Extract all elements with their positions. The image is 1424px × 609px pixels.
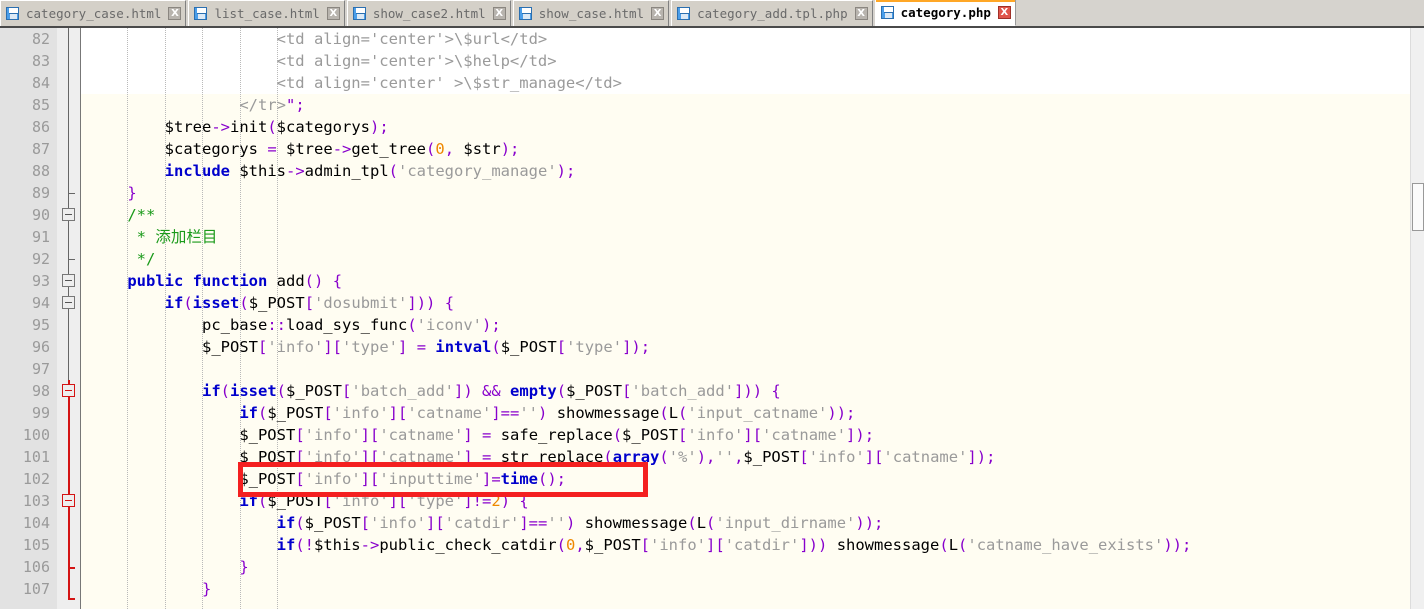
code-line[interactable]: if(!$this->public_check_catdir(0,$_POST[… xyxy=(81,534,1424,556)
tab-list-case-html[interactable]: list_case.html X xyxy=(188,0,345,26)
code-line[interactable] xyxy=(81,358,1424,380)
fold-collapse-icon[interactable] xyxy=(62,208,75,221)
fold-end-marker xyxy=(68,598,75,600)
vertical-scrollbar[interactable] xyxy=(1410,28,1424,609)
tab-label: list_case.html xyxy=(214,6,320,21)
code-line[interactable]: if($_POST['info']['catdir']=='') showmes… xyxy=(81,512,1424,534)
line-number: 102 xyxy=(22,470,50,488)
fold-spine xyxy=(68,28,69,380)
code-editor[interactable]: 82 83 84 85 86 87 88 89 90 91 92 93 94 95 96 97 98 99 100 1… xyxy=(0,28,1424,609)
code-lines[interactable]: <td align='center'>\$url</td> <td align=… xyxy=(81,28,1424,600)
tab-show-case2-html[interactable]: show_case2.html X xyxy=(346,0,511,26)
tab-close-icon[interactable]: X xyxy=(854,7,868,20)
code-folding-column[interactable] xyxy=(57,28,81,609)
line-number: 105 xyxy=(22,536,50,554)
line-number: 85 xyxy=(31,96,50,114)
line-number: 91 xyxy=(31,228,50,246)
code-line[interactable]: if(isset($_POST['dosubmit'])) { xyxy=(81,292,1424,314)
code-line[interactable]: } xyxy=(81,578,1424,600)
line-number: 97 xyxy=(31,360,50,378)
tab-close-icon[interactable]: X xyxy=(168,7,182,20)
line-number: 99 xyxy=(31,404,50,422)
tab-category-case-html[interactable]: category_case.html X xyxy=(0,0,187,26)
tab-close-icon[interactable]: X xyxy=(997,6,1011,19)
line-number: 92 xyxy=(31,250,50,268)
line-number: 82 xyxy=(31,30,50,48)
code-text-area[interactable]: <td align='center'>\$url</td> <td align=… xyxy=(81,28,1424,609)
editor-tab-bar[interactable]: category_case.html X list_case.html X sh… xyxy=(0,0,1424,28)
code-line[interactable]: if($_POST['info']['type']!=2) { xyxy=(81,490,1424,512)
save-floppy-icon xyxy=(194,7,208,20)
tab-show-case-html[interactable]: show_case.html X xyxy=(512,0,670,26)
line-number: 93 xyxy=(31,272,50,290)
code-line[interactable]: } xyxy=(81,556,1424,578)
code-line[interactable]: */ xyxy=(81,248,1424,270)
tab-close-icon[interactable]: X xyxy=(651,7,665,20)
line-number: 89 xyxy=(31,184,50,202)
tab-label: show_case2.html xyxy=(372,6,486,21)
tab-label: category_case.html xyxy=(26,6,162,21)
line-number: 107 xyxy=(22,580,50,598)
code-line[interactable]: /** xyxy=(81,204,1424,226)
line-number: 87 xyxy=(31,140,50,158)
code-line[interactable]: </tr>"; xyxy=(81,94,1424,116)
save-floppy-icon xyxy=(677,7,691,20)
tab-label: category.php xyxy=(900,5,991,20)
line-number: 86 xyxy=(31,118,50,136)
tab-label: show_case.html xyxy=(538,6,645,21)
code-line[interactable]: $_POST['info']['type'] = intval($_POST['… xyxy=(81,336,1424,358)
scrollbar-thumb[interactable] xyxy=(1412,183,1424,231)
code-line[interactable]: include $this->admin_tpl('category_manag… xyxy=(81,160,1424,182)
tab-category-php[interactable]: category.php X xyxy=(874,0,1016,26)
line-number: 106 xyxy=(22,558,50,576)
fold-tick xyxy=(68,567,75,569)
tab-close-icon[interactable]: X xyxy=(326,7,340,20)
line-number: 84 xyxy=(31,74,50,92)
line-number: 96 xyxy=(31,338,50,356)
code-line[interactable]: if(isset($_POST['batch_add']) && empty($… xyxy=(81,380,1424,402)
code-line[interactable]: $_POST['info']['catname'] = str_replace(… xyxy=(81,446,1424,468)
tab-close-icon[interactable]: X xyxy=(492,7,506,20)
line-number: 101 xyxy=(22,448,50,466)
whitespace-pad xyxy=(1100,28,1410,94)
code-line[interactable]: if($_POST['info']['catname']=='') showme… xyxy=(81,402,1424,424)
line-number: 100 xyxy=(22,426,50,444)
line-number: 103 xyxy=(22,492,50,510)
code-line[interactable]: * 添加栏目 xyxy=(81,226,1424,248)
line-number: 94 xyxy=(31,294,50,312)
code-line[interactable]: $categorys = $tree->get_tree(0, $str); xyxy=(81,138,1424,160)
fold-collapse-icon[interactable] xyxy=(62,384,75,397)
code-line[interactable]: $_POST['info']['inputtime']=time(); xyxy=(81,468,1424,490)
tab-category-add-tpl-php[interactable]: category_add.tpl.php X xyxy=(671,0,873,26)
line-number: 98 xyxy=(31,382,50,400)
save-floppy-icon xyxy=(6,7,19,20)
code-line[interactable]: pc_base::load_sys_func('iconv'); xyxy=(81,314,1424,336)
save-floppy-icon xyxy=(880,6,894,19)
line-number: 83 xyxy=(31,52,50,70)
fold-collapse-icon[interactable] xyxy=(62,296,75,309)
save-floppy-icon xyxy=(352,7,366,20)
line-number: 95 xyxy=(31,316,50,334)
fold-tick xyxy=(68,259,75,260)
fold-collapse-icon[interactable] xyxy=(62,494,75,507)
code-line[interactable]: $tree->init($categorys); xyxy=(81,116,1424,138)
line-number-gutter: 82 83 84 85 86 87 88 89 90 91 92 93 94 95 96 97 98 99 100 1… xyxy=(0,28,57,609)
code-line[interactable]: $_POST['info']['catname'] = safe_replace… xyxy=(81,424,1424,446)
fold-tick xyxy=(68,193,75,194)
line-number: 88 xyxy=(31,162,50,180)
code-line[interactable]: public function add() { xyxy=(81,270,1424,292)
save-floppy-icon xyxy=(518,7,532,20)
code-line[interactable]: } xyxy=(81,182,1424,204)
tab-label: category_add.tpl.php xyxy=(697,6,848,21)
line-number: 104 xyxy=(22,514,50,532)
fold-collapse-icon[interactable] xyxy=(62,274,75,287)
line-number: 90 xyxy=(31,206,50,224)
